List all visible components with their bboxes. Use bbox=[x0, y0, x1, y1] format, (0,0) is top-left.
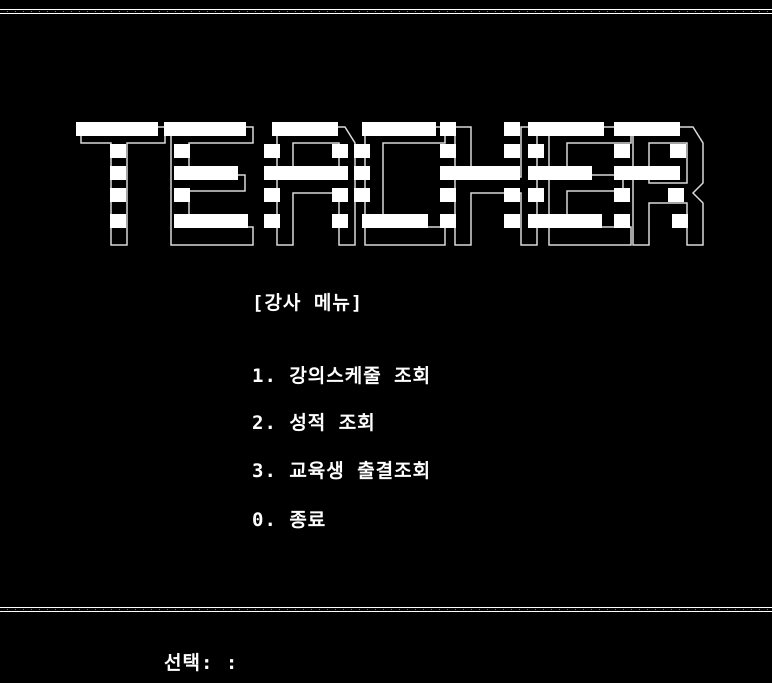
menu-item-grade-lookup[interactable]: 2. 성적 조회 bbox=[252, 408, 376, 435]
selection-input[interactable] bbox=[244, 648, 254, 670]
menu-item-attendance-lookup[interactable]: 3. 교육생 출결조회 bbox=[252, 456, 431, 483]
bottom-separator-line bbox=[0, 607, 772, 612]
teacher-ascii-banner bbox=[70, 118, 710, 258]
banner-art bbox=[76, 122, 704, 246]
menu-title: [강사 메뉴] bbox=[252, 292, 364, 314]
selection-prompt: 선택: : bbox=[164, 652, 239, 674]
menu-item-lecture-schedule[interactable]: 1. 강의스케줄 조회 bbox=[252, 361, 431, 388]
menu-item-exit[interactable]: 0. 종료 bbox=[252, 505, 326, 532]
top-separator-line bbox=[0, 9, 772, 14]
